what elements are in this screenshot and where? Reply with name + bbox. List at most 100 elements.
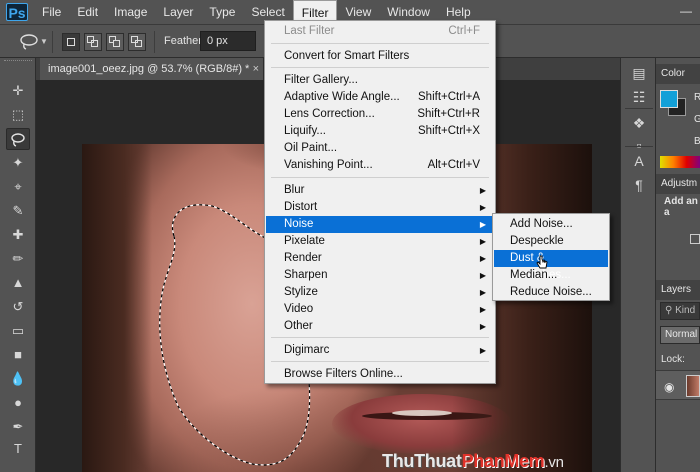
menu-item-label: Convert for Smart Filters <box>284 50 410 62</box>
color-channel-g: G <box>694 114 700 125</box>
eraser-tool-icon[interactable]: ▭ <box>6 320 30 342</box>
menu-item-label: Distort <box>284 201 318 213</box>
submenu-arrow-icon: ▶ <box>479 288 486 297</box>
filter-menu-item-distort[interactable]: Distort ▶ <box>266 199 494 216</box>
menu-file[interactable]: File <box>34 0 69 24</box>
filter-menu-item-filter-gallery[interactable]: Filter Gallery... <box>266 72 494 89</box>
pen-tool-icon[interactable]: ✒ <box>6 416 30 438</box>
filter-menu-item-lens-correction[interactable]: Lens Correction... Shift+Ctrl+R <box>266 106 494 123</box>
tab-adjustments[interactable]: Adjustm <box>656 174 700 194</box>
menu-edit[interactable]: Edit <box>69 0 106 24</box>
color-channel-r: R <box>694 92 700 103</box>
color-channel-b: B <box>694 136 700 147</box>
panel-icon-strip: ▤ ☷ ❖ ▫ A ¶ <box>620 58 656 472</box>
adjustments-hint: Add an a <box>664 196 698 218</box>
properties-panel-icon[interactable]: ☷ <box>629 88 649 106</box>
filter-menu-item-sharpen[interactable]: Sharpen ▶ <box>266 267 494 284</box>
tab-color[interactable]: Color <box>656 64 700 84</box>
menu-type[interactable]: Type <box>201 0 243 24</box>
watermark-part-1: ThuThuat <box>382 451 462 471</box>
menu-item-label: Sharpen <box>284 269 328 281</box>
foreground-color-swatch[interactable] <box>660 90 678 108</box>
filter-menu-item-liquify[interactable]: Liquify... Shift+Ctrl+X <box>266 123 494 140</box>
menu-separator <box>271 43 489 44</box>
mouse-pointer-icon <box>536 255 548 269</box>
noise-submenu-item-median[interactable]: Median... <box>494 267 608 284</box>
dodge-tool-icon[interactable]: ● <box>6 392 30 414</box>
feather-input[interactable]: 0 px <box>200 31 256 51</box>
tab-layers[interactable]: Layers <box>656 280 700 300</box>
brush-tool-icon[interactable]: ✏ <box>6 248 30 270</box>
new-selection-button[interactable] <box>62 33 80 51</box>
menu-item-label: Video <box>284 303 314 315</box>
crop-tool-icon[interactable]: ⌖ <box>6 176 30 198</box>
character-panel-icon[interactable]: A <box>629 152 649 170</box>
menu-item-label: Vanishing Point... <box>284 159 373 171</box>
filter-menu-item-pixelate[interactable]: Pixelate ▶ <box>266 233 494 250</box>
noise-submenu-item-add-noise[interactable]: Add Noise... <box>494 216 608 233</box>
minimize-icon[interactable]: — <box>678 4 694 18</box>
noise-submenu-item-dust-scratches[interactable]: Dust & Scratches... <box>494 250 608 281</box>
levels-icon[interactable] <box>690 234 700 244</box>
menu-image[interactable]: Image <box>106 0 155 24</box>
photoshop-logo: Ps <box>6 3 28 21</box>
menu-layer[interactable]: Layer <box>155 0 201 24</box>
filter-menu-item-other[interactable]: Other ▶ <box>266 318 494 335</box>
document-tab[interactable]: image001_oeez.jpg @ 53.7% (RGB/8#) * × <box>40 58 264 80</box>
menu-item-label: Render <box>284 252 322 264</box>
3d-panel-icon[interactable]: ❖ <box>629 114 649 132</box>
noise-submenu-item-despeckle[interactable]: Despeckle <box>494 233 608 250</box>
lasso-tool-icon[interactable] <box>6 128 30 150</box>
watermark-part-2: PhanMem <box>461 451 545 471</box>
blend-mode-select[interactable]: Normal <box>660 326 700 344</box>
lasso-tool-preset-icon[interactable] <box>18 33 40 51</box>
eyedropper-tool-icon[interactable]: ✎ <box>6 200 30 222</box>
noise-submenu-item-reduce-noise[interactable]: Reduce Noise... <box>494 284 608 301</box>
healing-brush-tool-icon[interactable]: ✚ <box>6 224 30 246</box>
eye-icon[interactable]: ◉ <box>664 380 674 394</box>
filter-menu-item-last-filter[interactable]: Last Filter Ctrl+F <box>266 23 494 40</box>
gradient-tool-icon[interactable]: ■ <box>6 344 30 366</box>
layer-row[interactable]: ◉ <box>656 370 700 400</box>
filter-menu-item-digimarc[interactable]: Digimarc ▶ <box>266 342 494 359</box>
close-icon[interactable]: × <box>253 58 259 80</box>
chevron-down-icon[interactable]: ▼ <box>40 37 48 46</box>
blur-tool-icon[interactable]: 💧 <box>6 368 30 390</box>
submenu-arrow-icon: ▶ <box>479 254 486 263</box>
tools-panel: ✛ ⬚ ✦ ⌖ ✎ ✚ ✏ ▲ ↺ ▭ ■ 💧 ● ✒ T <box>0 58 36 472</box>
menu-separator <box>271 177 489 178</box>
menu-item-label: Blur <box>284 184 305 196</box>
history-panel-icon[interactable]: ▤ <box>629 64 649 82</box>
filter-menu-item-stylize[interactable]: Stylize ▶ <box>266 284 494 301</box>
magic-wand-tool-icon[interactable]: ✦ <box>6 152 30 174</box>
menu-item-label: Liquify... <box>284 125 326 137</box>
search-icon: ⚲ <box>665 305 673 316</box>
filter-menu-item-vanishing-point[interactable]: Vanishing Point... Alt+Ctrl+V <box>266 157 494 174</box>
submenu-arrow-icon: ▶ <box>479 220 486 229</box>
submenu-arrow-icon: ▶ <box>479 186 486 195</box>
panel-grip[interactable] <box>4 60 32 63</box>
filter-menu-item-noise[interactable]: Noise ▶ <box>266 216 494 233</box>
menu-item-label: Lens Correction... <box>284 108 375 120</box>
lock-label: Lock: <box>661 354 685 365</box>
paragraph-panel-icon[interactable]: ¶ <box>629 176 649 194</box>
intersect-selection-button[interactable] <box>128 33 146 51</box>
filter-menu-item-adaptive-wide-angle[interactable]: Adaptive Wide Angle... Shift+Ctrl+A <box>266 89 494 106</box>
move-tool-icon[interactable]: ✛ <box>6 80 30 102</box>
menu-item-shortcut: Ctrl+F <box>448 25 480 37</box>
layer-filter-kind[interactable]: ⚲ Kind <box>660 302 700 320</box>
filter-menu-item-oil-paint[interactable]: Oil Paint... <box>266 140 494 157</box>
filter-menu-item-convert-for-smart-filters[interactable]: Convert for Smart Filters <box>266 48 494 65</box>
marquee-tool-icon[interactable]: ⬚ <box>6 104 30 126</box>
filter-menu-item-render[interactable]: Render ▶ <box>266 250 494 267</box>
document-tab-title: image001_oeez.jpg @ 53.7% (RGB/8#) * <box>48 63 250 75</box>
clone-stamp-tool-icon[interactable]: ▲ <box>6 272 30 294</box>
color-spectrum[interactable] <box>660 156 700 168</box>
filter-menu-item-browse-filters-online[interactable]: Browse Filters Online... <box>266 366 494 383</box>
filter-menu-item-blur[interactable]: Blur ▶ <box>266 182 494 199</box>
history-brush-tool-icon[interactable]: ↺ <box>6 296 30 318</box>
filter-menu-item-video[interactable]: Video ▶ <box>266 301 494 318</box>
subtract-from-selection-button[interactable] <box>106 33 124 51</box>
type-tool-icon[interactable]: T <box>6 438 30 460</box>
add-to-selection-button[interactable] <box>84 33 102 51</box>
